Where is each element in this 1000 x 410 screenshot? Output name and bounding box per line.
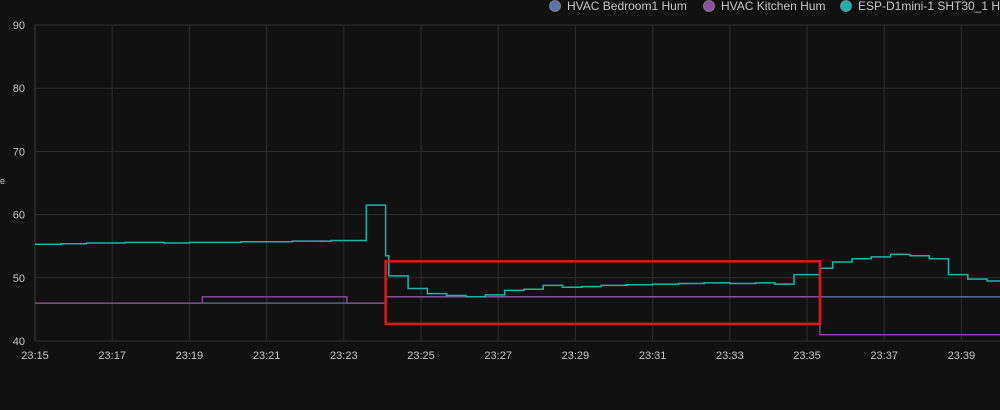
x-tick-label: 23:33 — [716, 350, 744, 362]
legend-item-1[interactable]: HVAC Bedroom1 Hum — [549, 0, 687, 13]
series-line-3 — [35, 204, 1000, 298]
x-tick-label: 23:39 — [948, 350, 976, 362]
y-tick-label: 60 — [13, 210, 25, 222]
y-tick-label: 50 — [13, 273, 25, 285]
annotation — [384, 260, 822, 326]
x-tick-label: 23:15 — [21, 350, 49, 362]
y-tick-label: 80 — [13, 83, 25, 95]
series-line-1 — [35, 296, 1000, 304]
x-tick-label: 23:19 — [176, 350, 204, 362]
grid — [34, 24, 1000, 342]
legend[interactable]: HVAC Bedroom1 Hum HVAC Kitchen Hum ESP-D1m… — [549, 0, 1000, 13]
x-tick-label: 23:29 — [562, 350, 590, 362]
y-axis-label-fragment: e — [0, 176, 5, 186]
legend-item-2[interactable]: HVAC Kitchen Hum — [703, 0, 826, 13]
legend-label: HVAC Bedroom1 Hum — [567, 0, 687, 13]
y-tick-label: 70 — [13, 146, 25, 158]
legend-label: ESP-D1mini-1 SHT30_1 Hu — [858, 0, 1000, 13]
highlight-rectangle — [384, 260, 822, 326]
x-tick-label: 23:25 — [407, 350, 435, 362]
legend-item-3[interactable]: ESP-D1mini-1 SHT30_1 Hu — [840, 0, 1000, 13]
x-tick-label: 23:21 — [253, 350, 281, 362]
legend-swatch-icon — [549, 0, 561, 12]
x-axis-ticks: 23:15 23:17 23:19 23:21 23:23 23:25 23:27 23:29… — [21, 350, 975, 362]
y-tick-label: 90 — [13, 20, 25, 32]
humidity-chart: 405060708090 23:15 23:17 23:19 23:21 23:23 23… — [0, 0, 1000, 362]
series-line-2 — [35, 296, 1000, 336]
legend-label: HVAC Kitchen Hum — [721, 0, 825, 13]
y-axis-ticks: 40 50 60 70 80 90 — [13, 20, 25, 348]
series-lines — [35, 204, 1000, 336]
x-tick-label: 23:23 — [330, 350, 358, 362]
x-tick-label: 23:37 — [870, 350, 898, 362]
legend-swatch-icon — [703, 0, 715, 12]
x-tick-label: 23:35 — [793, 350, 821, 362]
x-tick-label: 23:27 — [484, 350, 512, 362]
y-tick-label: 40 — [13, 336, 25, 348]
x-tick-label: 23:17 — [98, 350, 126, 362]
x-tick-label: 23:31 — [639, 350, 667, 362]
legend-swatch-icon — [840, 0, 852, 12]
